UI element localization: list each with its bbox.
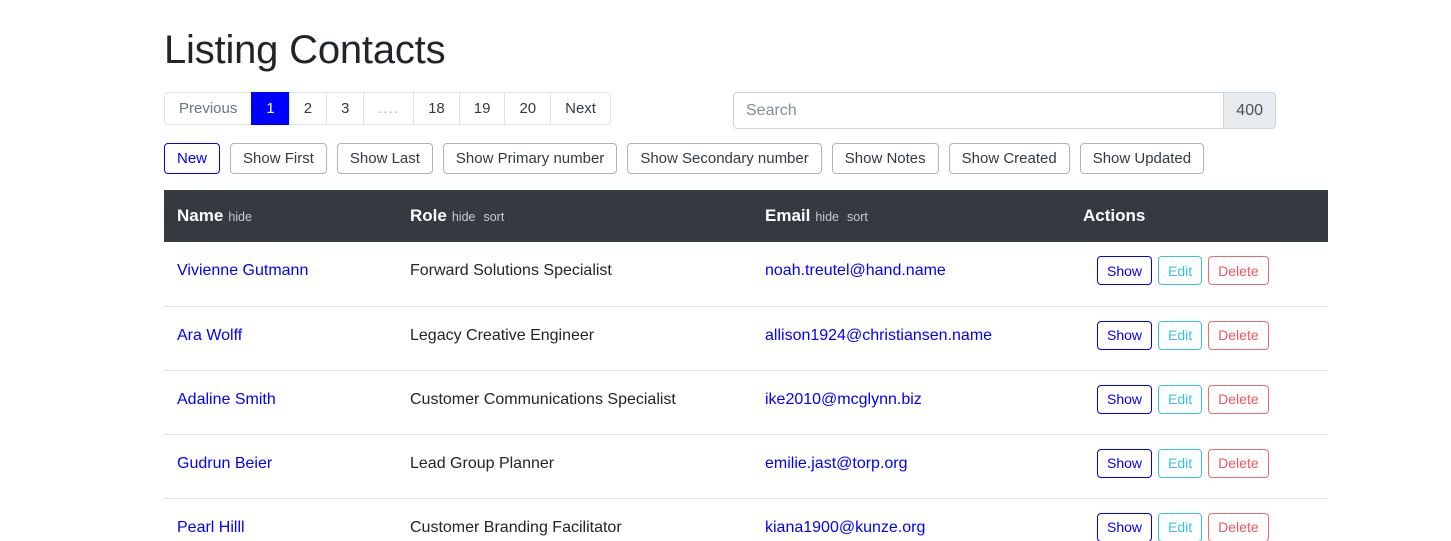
cell-role: Customer Branding Facilitator xyxy=(397,498,752,541)
cell-actions: ShowEditDelete xyxy=(1070,242,1328,306)
pagination-page-20[interactable]: 20 xyxy=(504,92,550,125)
column-actions-label: Actions xyxy=(1083,206,1145,225)
show-updated-button[interactable]: Show Updated xyxy=(1080,143,1204,174)
pagination-search-row: Previous123....181920Next 400 xyxy=(164,92,1276,129)
show-created-button[interactable]: Show Created xyxy=(949,143,1070,174)
cell-name: Vivienne Gutmann xyxy=(164,242,397,306)
row-delete-button[interactable]: Delete xyxy=(1208,385,1268,414)
row-edit-button[interactable]: Edit xyxy=(1158,321,1202,350)
column-email-sort-link[interactable]: sort xyxy=(847,210,868,224)
show-last-button[interactable]: Show Last xyxy=(337,143,433,174)
contact-name-link[interactable]: Gudrun Beier xyxy=(177,455,272,472)
pagination-page-19[interactable]: 19 xyxy=(459,92,505,125)
row-edit-button[interactable]: Edit xyxy=(1158,385,1202,414)
show-primary-number-button[interactable]: Show Primary number xyxy=(443,143,617,174)
search-input[interactable] xyxy=(733,92,1223,129)
cell-role: Lead Group Planner xyxy=(397,434,752,498)
pagination-page-18[interactable]: 18 xyxy=(413,92,459,125)
row-edit-button[interactable]: Edit xyxy=(1158,513,1202,541)
row-edit-button[interactable]: Edit xyxy=(1158,256,1202,285)
column-name: Name hide xyxy=(164,190,397,242)
column-role-sort-link[interactable]: sort xyxy=(483,210,504,224)
cell-name: Ara Wolff xyxy=(164,306,397,370)
cell-email: emilie.jast@torp.org xyxy=(752,434,1070,498)
column-actions: Actions xyxy=(1070,190,1328,242)
row-edit-button[interactable]: Edit xyxy=(1158,449,1202,478)
cell-role: Customer Communications Specialist xyxy=(397,370,752,434)
cell-name: Adaline Smith xyxy=(164,370,397,434)
row-delete-button[interactable]: Delete xyxy=(1208,321,1268,350)
contact-name-link[interactable]: Vivienne Gutmann xyxy=(177,262,308,279)
pagination-next[interactable]: Next xyxy=(550,92,611,125)
row-action-group: ShowEditDelete xyxy=(1097,256,1328,285)
cell-email: noah.treutel@hand.name xyxy=(752,242,1070,306)
pagination-previous: Previous xyxy=(164,92,251,125)
pagination-page-3[interactable]: 3 xyxy=(326,92,363,125)
cell-name: Gudrun Beier xyxy=(164,434,397,498)
cell-email: ike2010@mcglynn.biz xyxy=(752,370,1070,434)
table-header-row: Name hide Role hide sort Email hide sort Actions xyxy=(164,190,1328,242)
pagination-page-2[interactable]: 2 xyxy=(289,92,326,125)
row-action-group: ShowEditDelete xyxy=(1097,321,1328,350)
page-container: Listing Contacts Previous123....181920Ne… xyxy=(164,0,1276,541)
cell-role: Forward Solutions Specialist xyxy=(397,242,752,306)
pagination-page-1[interactable]: 1 xyxy=(251,92,288,125)
cell-actions: ShowEditDelete xyxy=(1070,434,1328,498)
contact-email-link[interactable]: allison1924@christiansen.name xyxy=(765,327,992,344)
table-row: Gudrun Beier Lead Group Planner emilie.jas… xyxy=(164,434,1328,498)
contact-email-link[interactable]: emilie.jast@torp.org xyxy=(765,455,908,472)
cell-actions: ShowEditDelete xyxy=(1070,498,1328,541)
contact-name-link[interactable]: Ara Wolff xyxy=(177,327,242,344)
table-row: Adaline Smith Customer Communications Spe… xyxy=(164,370,1328,434)
table-body: Vivienne Gutmann Forward Solutions Specia… xyxy=(164,242,1328,541)
show-first-button[interactable]: Show First xyxy=(230,143,327,174)
column-role-hide-link[interactable]: hide xyxy=(452,210,476,224)
column-name-hide-link[interactable]: hide xyxy=(228,210,252,224)
row-show-button[interactable]: Show xyxy=(1097,513,1152,541)
show-secondary-number-button[interactable]: Show Secondary number xyxy=(627,143,821,174)
pagination: Previous123....181920Next xyxy=(164,92,611,125)
column-role: Role hide sort xyxy=(397,190,752,242)
column-name-label: Name xyxy=(177,206,223,225)
contact-email-link[interactable]: ike2010@mcglynn.biz xyxy=(765,391,922,408)
row-delete-button[interactable]: Delete xyxy=(1208,256,1268,285)
contacts-table: Name hide Role hide sort Email hide sort Actions… xyxy=(164,190,1328,541)
column-email: Email hide sort xyxy=(752,190,1070,242)
new-button[interactable]: New xyxy=(164,143,220,174)
table-row: Ara Wolff Legacy Creative Engineer allison… xyxy=(164,306,1328,370)
column-role-label: Role xyxy=(410,206,447,225)
column-email-hide-link[interactable]: hide xyxy=(815,210,839,224)
pagination-gap: .... xyxy=(363,92,413,125)
show-notes-button[interactable]: Show Notes xyxy=(832,143,939,174)
row-show-button[interactable]: Show xyxy=(1097,321,1152,350)
table-row: Pearl Hilll Customer Branding Facilitator… xyxy=(164,498,1328,541)
row-show-button[interactable]: Show xyxy=(1097,385,1152,414)
row-action-group: ShowEditDelete xyxy=(1097,513,1328,541)
row-delete-button[interactable]: Delete xyxy=(1208,449,1268,478)
table-row: Vivienne Gutmann Forward Solutions Specia… xyxy=(164,242,1328,306)
column-email-label: Email xyxy=(765,206,810,225)
search-result-count: 400 xyxy=(1223,92,1276,129)
column-toggle-toolbar: New Show First Show Last Show Primary numbe… xyxy=(164,143,1276,174)
row-show-button[interactable]: Show xyxy=(1097,256,1152,285)
cell-actions: ShowEditDelete xyxy=(1070,370,1328,434)
contacts-listing-page: Listing Contacts Previous123....181920Ne… xyxy=(0,0,1451,541)
cell-actions: ShowEditDelete xyxy=(1070,306,1328,370)
cell-email: kiana1900@kunze.org xyxy=(752,498,1070,541)
row-action-group: ShowEditDelete xyxy=(1097,449,1328,478)
page-title: Listing Contacts xyxy=(164,0,1276,74)
row-action-group: ShowEditDelete xyxy=(1097,385,1328,414)
contact-email-link[interactable]: kiana1900@kunze.org xyxy=(765,519,925,536)
contact-email-link[interactable]: noah.treutel@hand.name xyxy=(765,262,946,279)
contact-name-link[interactable]: Pearl Hilll xyxy=(177,519,245,536)
contact-name-link[interactable]: Adaline Smith xyxy=(177,391,276,408)
row-show-button[interactable]: Show xyxy=(1097,449,1152,478)
cell-role: Legacy Creative Engineer xyxy=(397,306,752,370)
search-group: 400 xyxy=(733,92,1276,129)
cell-email: allison1924@christiansen.name xyxy=(752,306,1070,370)
table-head: Name hide Role hide sort Email hide sort Actions xyxy=(164,190,1328,242)
row-delete-button[interactable]: Delete xyxy=(1208,513,1268,541)
cell-name: Pearl Hilll xyxy=(164,498,397,541)
